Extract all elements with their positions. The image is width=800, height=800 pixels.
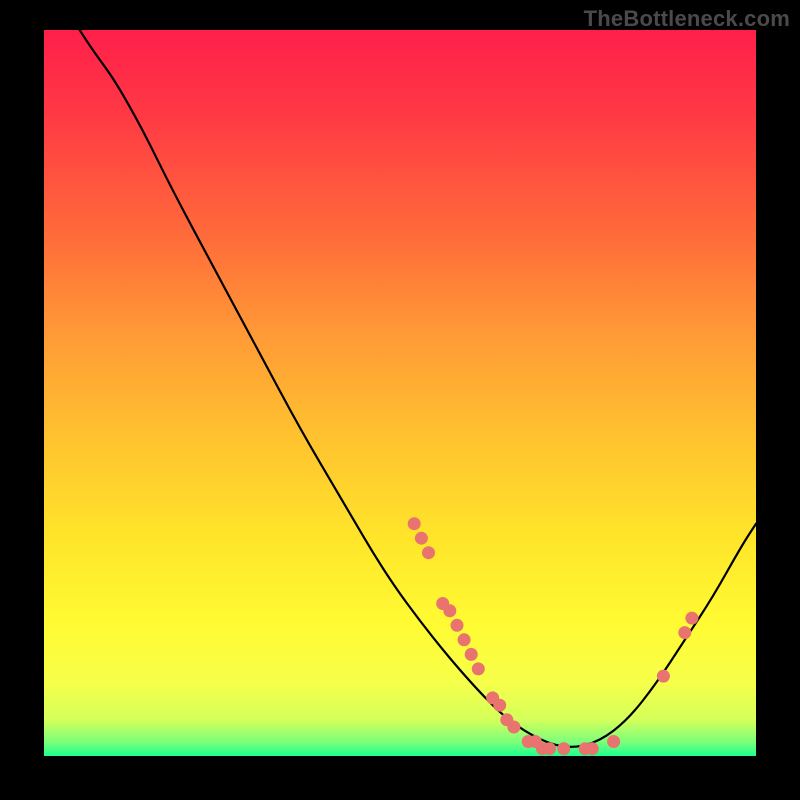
gradient-background xyxy=(44,30,756,756)
plot-area xyxy=(44,30,756,756)
data-point xyxy=(657,670,670,683)
data-point xyxy=(408,517,421,530)
chart-svg xyxy=(44,30,756,756)
data-point xyxy=(507,721,520,734)
data-point xyxy=(443,604,456,617)
data-point xyxy=(685,612,698,625)
data-point xyxy=(557,742,570,755)
data-point xyxy=(586,742,599,755)
data-point xyxy=(451,619,464,632)
watermark: TheBottleneck.com xyxy=(584,6,790,32)
data-point xyxy=(543,742,556,755)
data-point xyxy=(472,662,485,675)
data-point xyxy=(493,699,506,712)
data-point xyxy=(458,633,471,646)
chart-container: TheBottleneck.com xyxy=(0,0,800,800)
data-point xyxy=(422,546,435,559)
data-point xyxy=(678,626,691,639)
data-point xyxy=(415,532,428,545)
data-point xyxy=(465,648,478,661)
data-point xyxy=(607,735,620,748)
